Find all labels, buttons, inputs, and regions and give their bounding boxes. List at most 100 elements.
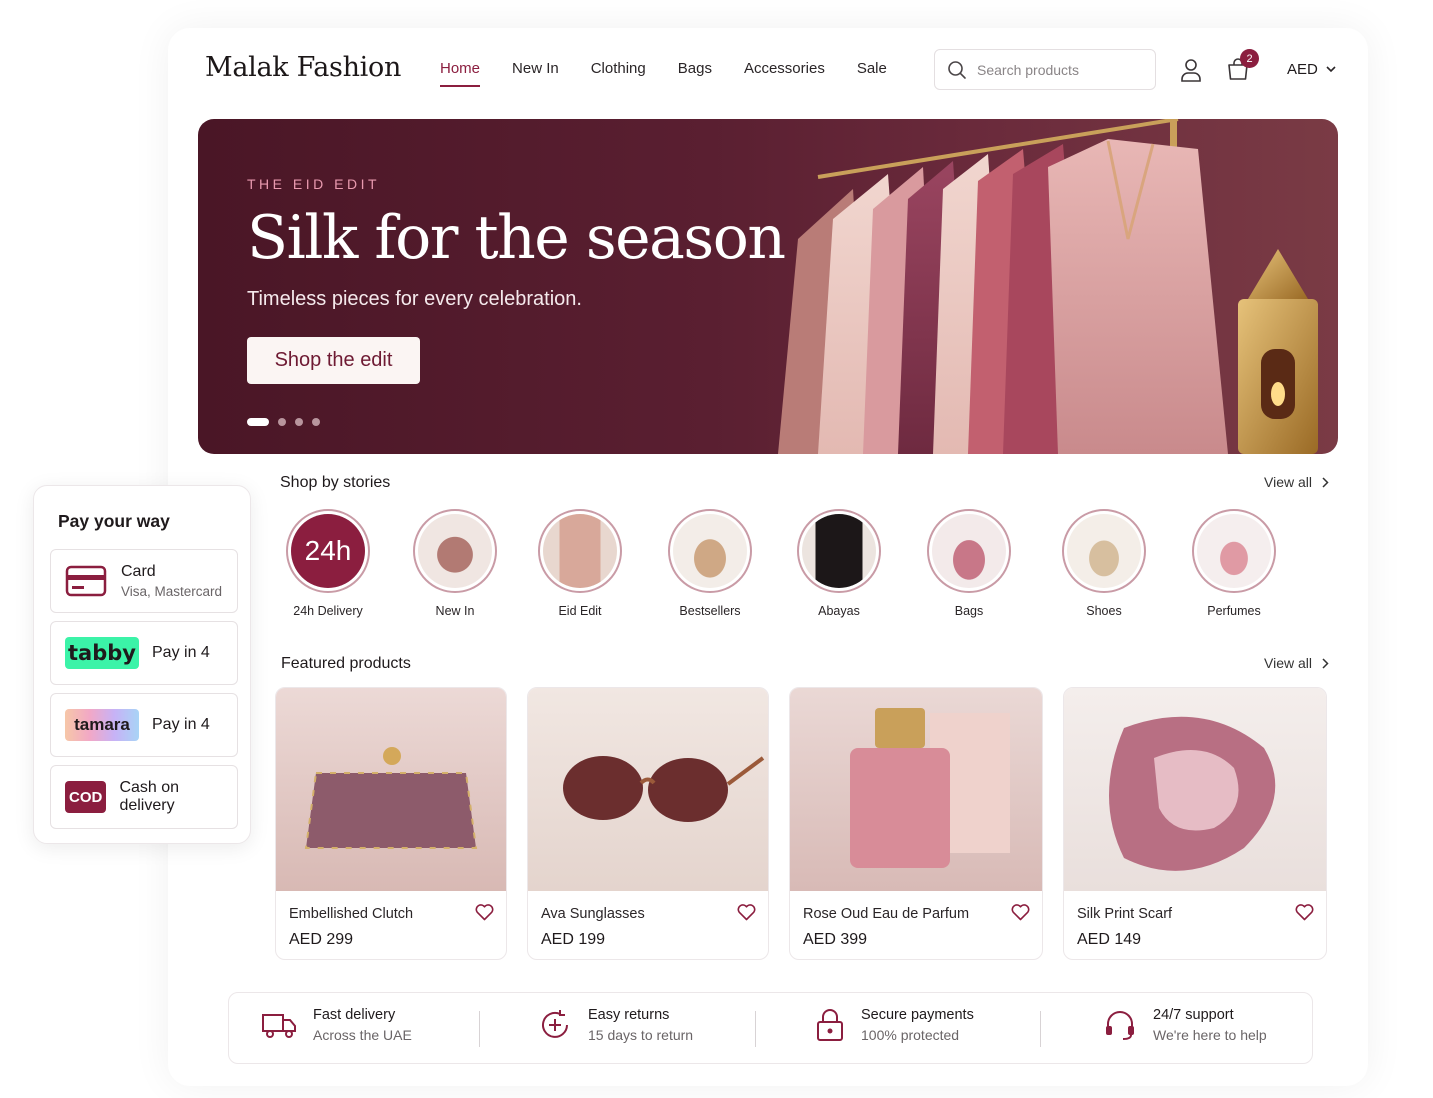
brand-logo[interactable]: Malak Fashion	[205, 52, 401, 83]
product-image	[790, 688, 1042, 891]
product-card[interactable]: Silk Print Scarf AED 149	[1063, 687, 1327, 960]
carousel-dots	[247, 418, 320, 426]
heels-image	[1067, 514, 1141, 588]
feature-title: Easy returns	[588, 1007, 670, 1023]
credit-card-icon	[65, 565, 107, 597]
hero-garments-image	[778, 119, 1318, 454]
pay-title: Pay your way	[58, 511, 170, 531]
headset-icon	[1106, 1011, 1134, 1040]
chevron-down-icon	[1326, 66, 1336, 73]
nav-home[interactable]: Home	[440, 60, 481, 87]
shop-the-edit-button[interactable]: Shop the edit	[247, 337, 420, 384]
product-price: AED 199	[541, 931, 606, 948]
nav-new-in[interactable]: New In	[512, 60, 559, 85]
heart-icon[interactable]	[475, 904, 494, 921]
heart-icon[interactable]	[1011, 904, 1030, 921]
cart-count-badge: 2	[1240, 49, 1259, 68]
story-label: Abayas	[818, 604, 860, 618]
perfume-bottle-image	[1197, 514, 1271, 588]
story-shoes[interactable]: Shoes	[1054, 509, 1154, 618]
story-label: New In	[435, 604, 475, 618]
product-card[interactable]: Rose Oud Eau de Parfum AED 399	[789, 687, 1043, 960]
product-card[interactable]: Ava Sunglasses AED 199	[527, 687, 769, 960]
story-label: Perfumes	[1207, 604, 1261, 618]
pay-option-label: Card	[121, 563, 156, 580]
product-image	[276, 688, 506, 891]
story-abayas[interactable]: Abayas	[789, 509, 889, 618]
view-all-label: View all	[1264, 474, 1312, 490]
feature-fast-delivery: Fast delivery Across the UAE	[261, 1007, 412, 1043]
story-bestsellers[interactable]: Bestsellers	[660, 509, 760, 618]
chevron-right-icon	[1322, 657, 1329, 669]
story-bags[interactable]: Bags	[919, 509, 1019, 618]
story-new-in[interactable]: New In	[405, 509, 505, 618]
nav-sale[interactable]: Sale	[857, 60, 887, 85]
tamara-logo: tamara	[65, 709, 139, 741]
story-perfumes[interactable]: Perfumes	[1184, 509, 1284, 618]
product-price: AED 299	[289, 931, 354, 948]
currency-selector[interactable]: AED	[1287, 61, 1336, 78]
feature-easy-returns: Easy returns 15 days to return	[538, 1007, 693, 1043]
main-nav: Home New In Clothing Bags Accessories Sa…	[440, 60, 919, 87]
carousel-dot[interactable]	[278, 418, 286, 426]
eid-dress-image	[543, 514, 617, 588]
heart-icon[interactable]	[1295, 904, 1314, 921]
product-card[interactable]: Embellished Clutch AED 299	[275, 687, 507, 960]
product-name: Embellished Clutch	[289, 906, 414, 922]
product-name: Ava Sunglasses	[541, 906, 645, 922]
cod-logo: COD	[65, 781, 107, 813]
stories-view-all-link[interactable]: View all	[1264, 474, 1329, 490]
feature-subtitle: We're here to help	[1153, 1027, 1267, 1043]
product-name: Silk Print Scarf	[1077, 906, 1173, 922]
pay-option-label: Pay in 4	[152, 716, 210, 733]
heart-icon[interactable]	[737, 904, 756, 921]
feature-title: Secure payments	[861, 1007, 974, 1023]
story-label: Bags	[954, 604, 984, 618]
currency-label: AED	[1287, 61, 1318, 78]
hero-banner[interactable]: THE EID EDIT Silk for the season Timeles…	[198, 119, 1338, 454]
pay-option-cod[interactable]: COD Cash on delivery	[50, 765, 238, 829]
product-price: AED 149	[1077, 931, 1142, 948]
pay-option-card[interactable]: Card Visa, Mastercard	[50, 549, 238, 613]
feature-subtitle: 100% protected	[861, 1027, 960, 1043]
nav-accessories[interactable]: Accessories	[744, 60, 825, 85]
nav-bags[interactable]: Bags	[678, 60, 712, 85]
divider	[1040, 1011, 1041, 1047]
feature-title: 24/7 support	[1153, 1007, 1234, 1023]
story-label: Eid Edit	[558, 604, 602, 618]
search-input[interactable]	[977, 61, 1137, 78]
pay-option-label: Pay in 4	[152, 644, 210, 661]
product-name: Rose Oud Eau de Parfum	[803, 906, 970, 922]
story-eid-edit[interactable]: Eid Edit	[530, 509, 630, 618]
abaya-image	[802, 514, 876, 588]
featured-view-all-link[interactable]: View all	[1264, 655, 1329, 671]
pay-your-way-panel: Pay your way Card Visa, Mastercard tabby …	[33, 485, 251, 844]
top-garment-image	[418, 514, 492, 588]
chevron-right-icon	[1322, 476, 1329, 488]
divider	[479, 1011, 480, 1047]
carousel-dot[interactable]	[295, 418, 303, 426]
story-24h-delivery[interactable]: 24h 24h Delivery	[278, 509, 378, 618]
story-label: 24h Delivery	[293, 604, 363, 618]
tote-bag-image	[673, 514, 747, 588]
stories-title: Shop by stories	[280, 474, 391, 491]
returns-icon	[542, 1010, 568, 1038]
view-all-label: View all	[1264, 655, 1312, 671]
pay-option-tamara[interactable]: tamara Pay in 4	[50, 693, 238, 757]
account-icon[interactable]	[1180, 58, 1202, 82]
product-price: AED 399	[803, 931, 868, 948]
product-image	[1064, 688, 1326, 891]
tabby-logo: tabby	[65, 637, 139, 669]
search-icon	[948, 60, 966, 79]
story-label: Bestsellers	[679, 604, 741, 618]
pay-option-label: Cash on delivery	[119, 779, 180, 814]
search-box[interactable]	[934, 49, 1156, 90]
feature-support: 24/7 support We're here to help	[1103, 1007, 1267, 1043]
nav-clothing[interactable]: Clothing	[591, 60, 646, 85]
product-image	[528, 688, 768, 891]
carousel-dot[interactable]	[312, 418, 320, 426]
story-label: Shoes	[1086, 604, 1122, 618]
feature-subtitle: 15 days to return	[588, 1027, 694, 1043]
carousel-dot-active[interactable]	[247, 418, 269, 426]
pay-option-tabby[interactable]: tabby Pay in 4	[50, 621, 238, 685]
